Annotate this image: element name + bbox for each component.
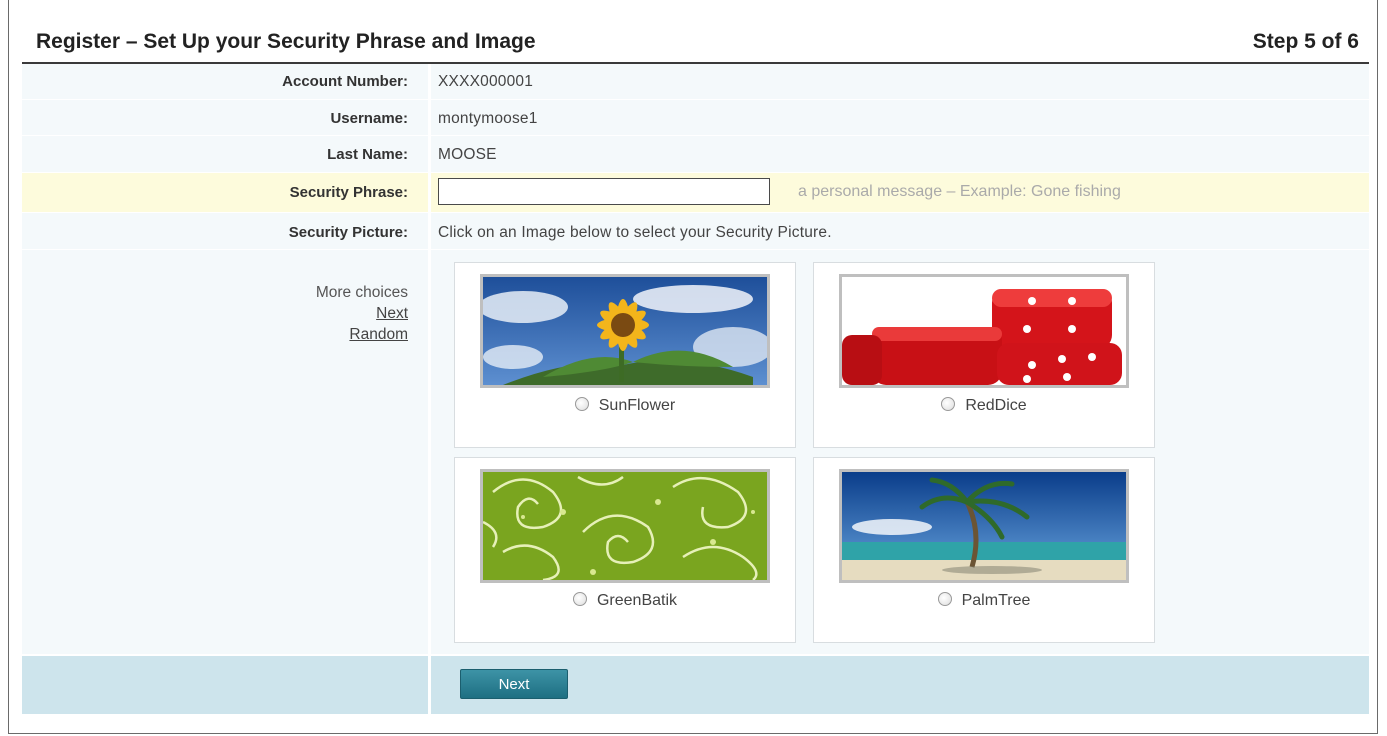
security-phrase-label: Security Phrase:: [289, 184, 408, 201]
account-number-label: Account Number:: [282, 73, 408, 90]
more-choices-next-link[interactable]: Next: [22, 303, 408, 324]
column-divider: [428, 100, 431, 135]
security-picture-instruction: Click on an Image below to select your S…: [438, 224, 832, 241]
greenbatik-image[interactable]: [480, 469, 770, 583]
column-divider: [428, 656, 431, 714]
greenbatik-option[interactable]: GreenBatik: [455, 592, 795, 610]
sunflower-label: SunFlower: [598, 397, 676, 414]
reddice-radio[interactable]: [941, 397, 956, 411]
picture-card-palmtree[interactable]: PalmTree: [813, 457, 1155, 643]
sunflower-radio[interactable]: [574, 397, 589, 411]
column-divider: [428, 136, 431, 172]
account-number-row: Account Number: XXXX000001: [22, 64, 1369, 100]
column-divider: [428, 64, 431, 99]
security-picture-row: Security Picture: Click on an Image belo…: [22, 213, 1369, 250]
username-label: Username:: [330, 110, 408, 127]
column-divider: [428, 173, 431, 212]
last-name-label: Last Name:: [327, 146, 408, 163]
next-button[interactable]: Next: [460, 669, 568, 699]
page-title: Register – Set Up your Security Phrase a…: [36, 30, 536, 53]
username-row: Username: montymoose1: [22, 100, 1369, 136]
palmtree-radio[interactable]: [937, 592, 952, 606]
greenbatik-label: GreenBatik: [596, 592, 678, 609]
more-choices-label: More choices: [315, 284, 408, 301]
more-choices-random-link[interactable]: Random: [22, 324, 408, 345]
reddice-image[interactable]: [839, 274, 1129, 388]
security-phrase-row: Security Phrase: a personal message – Ex…: [22, 173, 1369, 213]
last-name-row: Last Name: MOOSE: [22, 136, 1369, 173]
sunflower-image[interactable]: [480, 274, 770, 388]
account-number-value: XXXX000001: [438, 73, 534, 90]
palmtree-image[interactable]: [839, 469, 1129, 583]
security-picture-label: Security Picture:: [288, 224, 408, 241]
column-divider: [428, 250, 431, 654]
palmtree-option[interactable]: PalmTree: [814, 592, 1154, 610]
sunflower-option[interactable]: SunFlower: [455, 397, 795, 415]
form-footer: Next: [22, 656, 1369, 714]
picture-card-greenbatik[interactable]: GreenBatik: [454, 457, 796, 643]
picture-card-sunflower[interactable]: SunFlower: [454, 262, 796, 448]
palmtree-label: PalmTree: [961, 592, 1031, 609]
reddice-label: RedDice: [965, 397, 1027, 414]
reddice-option[interactable]: RedDice: [814, 397, 1154, 415]
security-phrase-input[interactable]: [438, 178, 770, 205]
picture-selection-area: More choices Next Random SunFlower RedDi…: [22, 250, 1369, 654]
greenbatik-radio[interactable]: [572, 592, 587, 606]
last-name-value: MOOSE: [438, 146, 497, 163]
panel-header: Register – Set Up your Security Phrase a…: [22, 14, 1369, 64]
step-indicator: Step 5 of 6: [1252, 30, 1359, 53]
column-divider: [428, 213, 431, 249]
security-phrase-hint: a personal message – Example: Gone fishi…: [798, 183, 1121, 200]
picture-card-reddice[interactable]: RedDice: [813, 262, 1155, 448]
more-choices: More choices Next Random: [22, 282, 408, 345]
username-value: montymoose1: [438, 110, 538, 127]
